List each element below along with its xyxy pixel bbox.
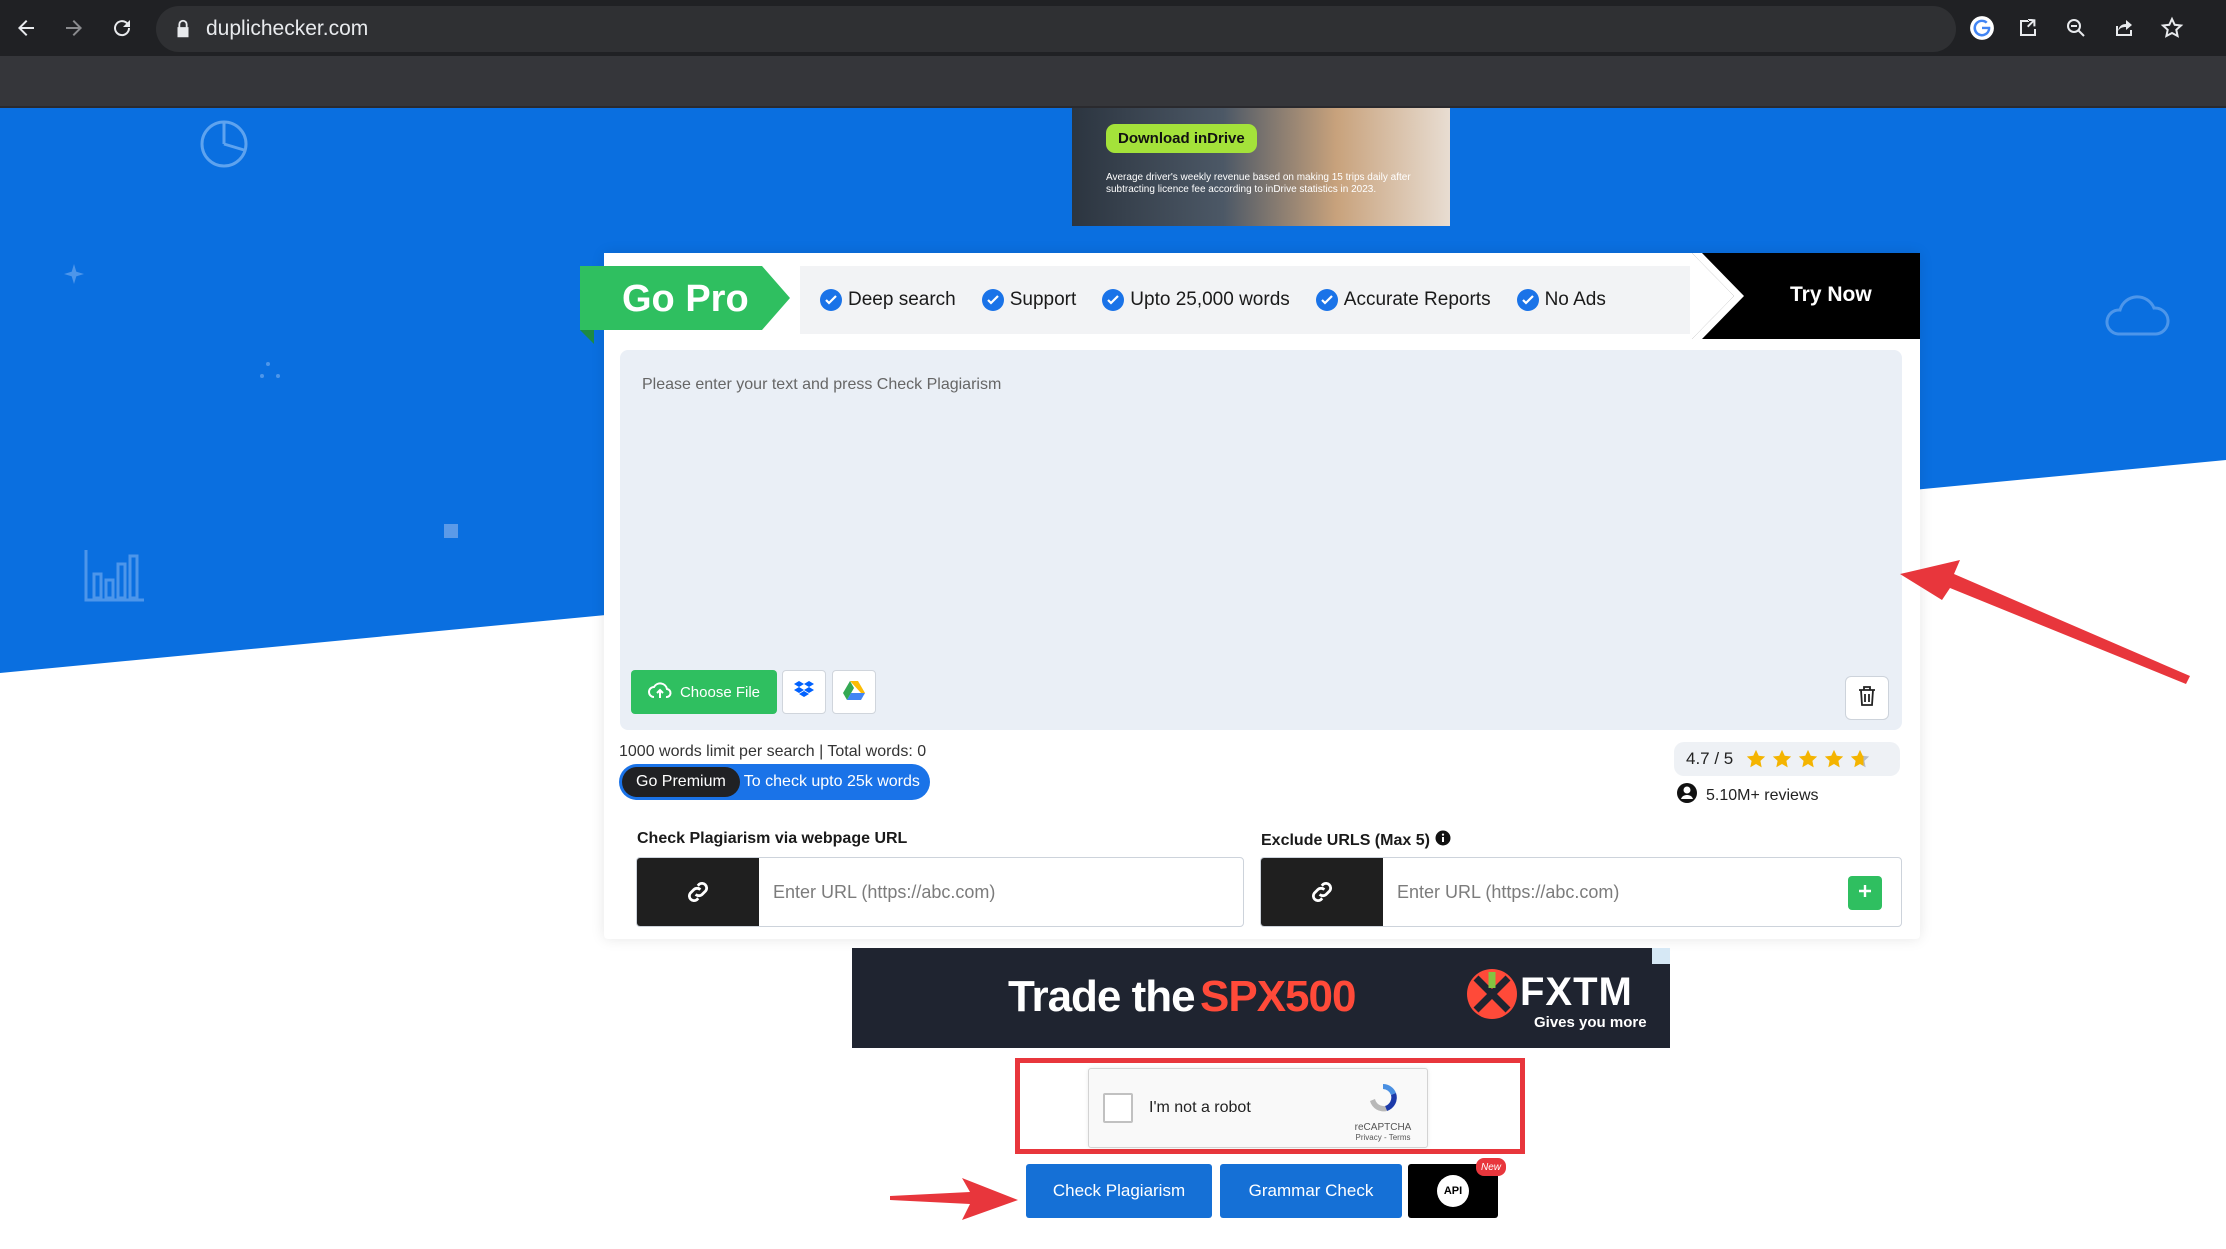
feature-label: No Ads bbox=[1544, 289, 1606, 310]
check-icon bbox=[1315, 289, 1338, 311]
link-icon bbox=[637, 858, 759, 926]
go-premium-text: To check upto 25k words bbox=[743, 773, 920, 790]
exclude-urls-label: Exclude URLS (Max 5) bbox=[1261, 830, 1451, 851]
annotation-arrow-left bbox=[890, 1178, 1018, 1220]
feature-words: Upto 25,000 words bbox=[1102, 289, 1290, 311]
go-premium-banner[interactable]: Go Premium To check upto 25k words bbox=[619, 764, 930, 800]
url-text: duplichecker.com bbox=[206, 17, 369, 40]
check-plagiarism-button[interactable]: Check Plagiarism bbox=[1026, 1164, 1212, 1218]
cloud-upload-icon bbox=[648, 681, 672, 703]
trash-icon bbox=[1857, 685, 1877, 712]
zoom-icon[interactable] bbox=[2060, 12, 2092, 44]
api-label: API bbox=[1437, 1175, 1469, 1207]
recaptcha-icon bbox=[1370, 1084, 1397, 1112]
recaptcha-links[interactable]: Privacy - Terms bbox=[1353, 1133, 1413, 1142]
choose-file-label: Choose File bbox=[679, 683, 761, 701]
ad-brand: FXTM bbox=[1520, 970, 1633, 1014]
user-icon bbox=[1676, 782, 1698, 809]
url-check-label: Check Plagiarism via webpage URL bbox=[637, 830, 908, 847]
bookmarks-bar bbox=[0, 56, 2226, 108]
address-bar[interactable]: duplichecker.com bbox=[156, 6, 1956, 52]
ad-text-spx: SPX500 bbox=[1200, 972, 1356, 1021]
bar-chart-icon bbox=[84, 548, 146, 607]
recaptcha-label: I'm not a robot bbox=[1149, 1099, 1251, 1116]
gopro-badge[interactable]: Go Pro bbox=[580, 266, 790, 344]
check-icon bbox=[981, 289, 1004, 311]
dots-icon bbox=[258, 360, 284, 387]
ad-small-text: Average driver's weekly revenue based on… bbox=[1106, 172, 1411, 195]
feature-label: Support bbox=[1009, 289, 1077, 310]
exclude-label-text: Exclude URLS (Max 5) bbox=[1261, 831, 1430, 849]
ad-download-button[interactable]: Download inDrive bbox=[1106, 124, 1257, 153]
feature-label: Upto 25,000 words bbox=[1130, 289, 1290, 310]
feature-label: Accurate Reports bbox=[1343, 289, 1491, 310]
star-icon bbox=[1773, 749, 1792, 768]
gopro-label: Go Pro bbox=[622, 278, 749, 320]
text-placeholder: Please enter your text and press Check P… bbox=[642, 376, 1002, 393]
choose-file-button[interactable]: Choose File bbox=[631, 670, 777, 714]
plus-icon bbox=[1857, 883, 1873, 904]
new-badge: New bbox=[1476, 1158, 1506, 1176]
install-icon[interactable] bbox=[2012, 12, 2044, 44]
share-icon[interactable] bbox=[2108, 12, 2140, 44]
google-drive-button[interactable] bbox=[832, 670, 876, 714]
star-icon bbox=[1747, 749, 1766, 768]
check-icon bbox=[1102, 289, 1125, 311]
recaptcha-widget: I'm not a robot reCAPTCHA Privacy - Term… bbox=[1088, 1068, 1428, 1148]
url-check-input[interactable]: Enter URL (https://abc.com) bbox=[773, 882, 995, 903]
recaptcha-brand: reCAPTCHA bbox=[1354, 1122, 1412, 1133]
lock-icon bbox=[172, 18, 194, 40]
ad-text-trade: Trade the bbox=[1008, 972, 1196, 1021]
annotation-arrow-right bbox=[1900, 560, 2190, 684]
try-now-button[interactable]: Try Now bbox=[1692, 253, 1920, 339]
check-icon bbox=[1516, 289, 1539, 311]
recaptcha-logo: reCAPTCHA Privacy - Terms bbox=[1353, 1081, 1413, 1142]
try-now-label: Try Now bbox=[1790, 283, 1872, 306]
fxtm-advertisement[interactable]: Trade the SPX500 FXTM Gives you more bbox=[852, 948, 1670, 1048]
fxtm-logo-icon bbox=[1466, 968, 1518, 1020]
word-limit-text: 1000 words limit per search | Total word… bbox=[619, 743, 927, 760]
google-drive-icon bbox=[843, 680, 865, 705]
clear-text-button[interactable] bbox=[1845, 676, 1889, 720]
exclude-url-input[interactable]: Enter URL (https://abc.com) bbox=[1397, 882, 1619, 903]
feature-support: Support bbox=[981, 289, 1077, 311]
grammar-check-button[interactable]: Grammar Check bbox=[1220, 1164, 1402, 1218]
star-half-icon bbox=[1851, 749, 1870, 768]
reload-icon[interactable] bbox=[104, 10, 140, 46]
ad-subtext: Gives you more bbox=[1534, 1014, 1647, 1031]
feature-deep-search: Deep search bbox=[820, 289, 956, 311]
check-icon bbox=[820, 289, 842, 311]
rating-score: 4.7 / 5 bbox=[1686, 749, 1734, 768]
adchoices-icon[interactable] bbox=[1652, 948, 1670, 964]
reviews-count: 5.10M+ reviews bbox=[1676, 782, 1819, 809]
feature-no-ads: No Ads bbox=[1516, 289, 1606, 311]
pro-features: Deep search Support Upto 25,000 words Ac… bbox=[800, 266, 1690, 334]
dropbox-icon bbox=[793, 680, 815, 705]
reviews-label: 5.10M+ reviews bbox=[1706, 786, 1819, 804]
forward-icon[interactable] bbox=[56, 10, 92, 46]
go-premium-pill: Go Premium bbox=[622, 767, 740, 797]
back-icon[interactable] bbox=[8, 10, 44, 46]
cloud-icon bbox=[2102, 294, 2172, 343]
rating-box: 4.7 / 5 bbox=[1674, 742, 1900, 776]
star-icon bbox=[1799, 749, 1818, 768]
exclude-url-field[interactable]: Enter URL (https://abc.com) bbox=[1260, 857, 1902, 927]
top-advertisement[interactable]: Download inDrive Average driver's weekly… bbox=[1072, 108, 1450, 226]
add-url-button[interactable] bbox=[1848, 876, 1882, 910]
sparkle-icon bbox=[62, 262, 86, 291]
feature-reports: Accurate Reports bbox=[1315, 289, 1491, 311]
bookmark-star-icon[interactable] bbox=[2156, 12, 2188, 44]
link-icon bbox=[1261, 858, 1383, 926]
pie-chart-icon bbox=[196, 114, 256, 175]
recaptcha-checkbox[interactable] bbox=[1103, 1093, 1133, 1123]
browser-toolbar: duplichecker.com bbox=[0, 0, 2226, 56]
info-icon[interactable] bbox=[1435, 830, 1451, 851]
dropbox-button[interactable] bbox=[782, 670, 826, 714]
square-deco bbox=[444, 524, 458, 538]
feature-label: Deep search bbox=[848, 289, 956, 310]
google-icon[interactable] bbox=[1966, 12, 1998, 44]
star-icon bbox=[1825, 749, 1844, 768]
url-check-field[interactable]: Enter URL (https://abc.com) bbox=[636, 857, 1244, 927]
